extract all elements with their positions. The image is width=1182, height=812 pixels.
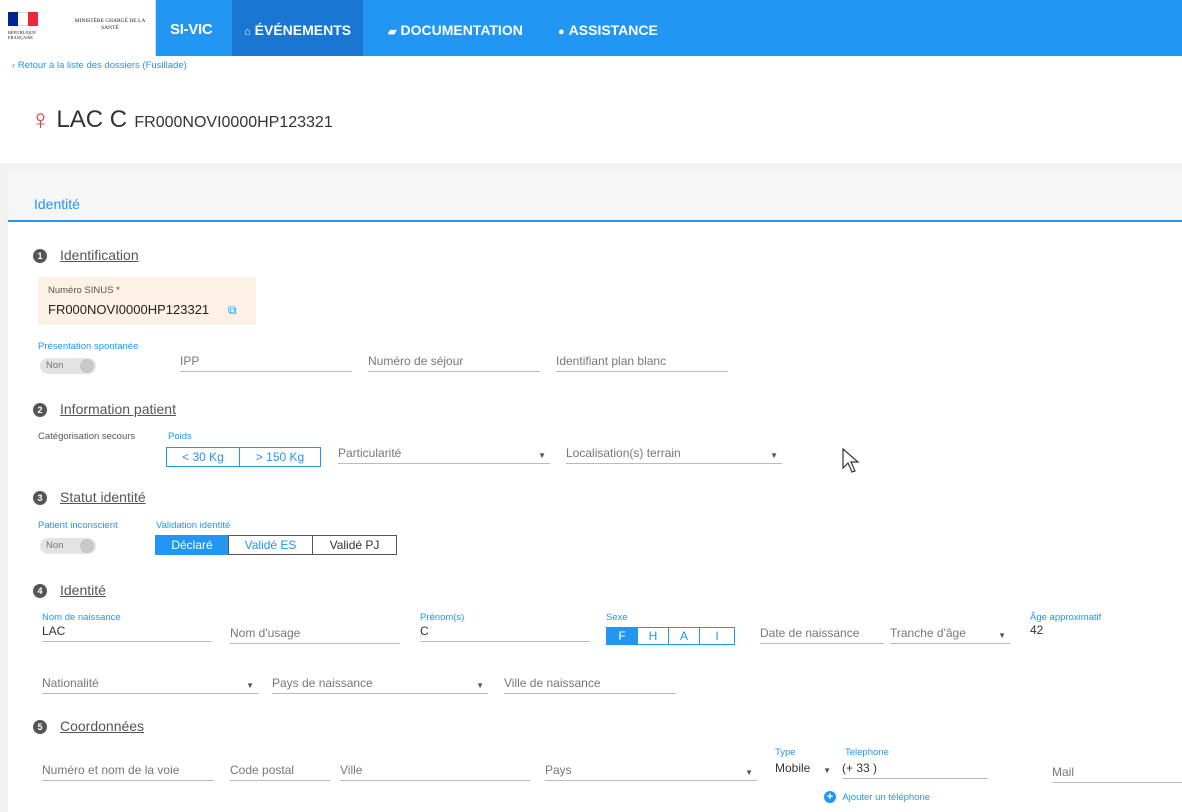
section-patient-info-title: Information patient <box>60 401 176 417</box>
dropdown-arrow-icon: ▼ <box>998 631 1006 640</box>
telephone-input[interactable]: (+ 33 ) <box>842 759 988 779</box>
top-navbar: RÉPUBLIQUE FRANÇAISE MINISTÈRE CHARGÉ DE… <box>0 0 1182 56</box>
panel-title: Identité <box>34 196 80 212</box>
ipp-input[interactable]: IPP <box>180 352 352 372</box>
french-flag-icon <box>8 12 38 26</box>
nom-usage-input[interactable]: Nom d'usage <box>230 624 400 644</box>
nav-documentation[interactable]: ▰ DOCUMENTATION <box>376 0 535 56</box>
dropdown-arrow-icon: ▼ <box>476 681 484 690</box>
age-label: Âge approximatif <box>1030 612 1102 623</box>
home-icon: ⌂ <box>244 26 251 38</box>
particularite-select[interactable]: Particularité ▼ <box>338 444 550 464</box>
spontaneous-label: Présentation spontanée <box>38 341 139 352</box>
date-naissance-input[interactable]: Date de naissance <box>760 624 884 644</box>
republic-logo: RÉPUBLIQUE FRANÇAISE <box>8 12 62 46</box>
dropdown-arrow-icon: ▼ <box>538 451 546 460</box>
type-select[interactable]: Mobile ▼ <box>775 759 835 779</box>
female-icon: ♀ <box>30 104 51 135</box>
sinus-value: FR000NOVI0000HP123321 <box>48 302 210 317</box>
republic-label: RÉPUBLIQUE FRANÇAISE <box>8 30 36 40</box>
nav-assistance[interactable]: ● ASSISTANCE <box>546 0 670 56</box>
categorisation-label: Catégorisation secours <box>38 431 136 442</box>
ville-naissance-input[interactable]: Ville de naissance <box>504 674 676 694</box>
section-statut-title: Statut identité <box>60 489 146 505</box>
pays-select[interactable]: Pays ▼ <box>545 761 757 781</box>
prenom-input[interactable]: C <box>420 622 590 642</box>
brand-title[interactable]: SI-VIC <box>170 0 213 56</box>
localisation-select[interactable]: Localisation(s) terrain ▼ <box>566 444 782 464</box>
patient-code: FR000NOVI0000HP123321 <box>134 114 333 131</box>
telephone-label: Telephone <box>845 747 889 758</box>
dropdown-arrow-icon: ▼ <box>823 766 831 775</box>
poids-over-150[interactable]: > 150 Kg <box>239 447 321 467</box>
sexe-label: Sexe <box>606 612 628 623</box>
section-coordonnees-title: Coordonnées <box>60 718 145 734</box>
add-phone-link[interactable]: + Ajouter un téléphone <box>824 789 930 803</box>
back-to-list-link[interactable]: ‹ Retour à la liste des dossiers (Fusill… <box>12 60 187 71</box>
inconscient-toggle[interactable]: Non <box>40 538 96 554</box>
logo-area[interactable]: RÉPUBLIQUE FRANÇAISE MINISTÈRE CHARGÉ DE… <box>0 0 156 56</box>
nav-evenements[interactable]: ⌂ ÉVÉNEMENTS <box>232 0 364 56</box>
section-identite-title: Identité <box>60 582 106 598</box>
nom-naissance-input[interactable]: LAC <box>42 622 212 642</box>
tranche-age-select[interactable]: Tranche d'âge ▼ <box>890 624 1010 644</box>
plus-circle-icon: + <box>824 791 836 803</box>
book-icon: ▰ <box>388 26 397 38</box>
section-4-number: 4 <box>33 584 47 598</box>
age-value[interactable]: 42 <box>1030 623 1043 637</box>
chat-icon: ● <box>558 26 565 38</box>
inconscient-label: Patient inconscient <box>38 520 118 531</box>
section-1-number: 1 <box>33 249 47 263</box>
ministry-label: MINISTÈRE CHARGÉ DE LA SANTÉ <box>74 18 146 31</box>
panel-header: Identité <box>8 170 1182 222</box>
patient-name: LAC C <box>56 106 128 133</box>
pays-naissance-select[interactable]: Pays de naissance ▼ <box>272 674 488 694</box>
sinus-label: Numéro SINUS * <box>48 285 120 296</box>
validation-valide-pj[interactable]: Validé PJ <box>312 535 397 555</box>
sejour-input[interactable]: Numéro de séjour <box>368 352 540 372</box>
section-identification-title: Identification <box>60 247 139 263</box>
ville-input[interactable]: Ville <box>340 761 530 781</box>
validation-valide-es[interactable]: Validé ES <box>228 535 313 555</box>
sexe-f[interactable]: F <box>606 627 638 645</box>
sexe-a[interactable]: A <box>668 627 700 645</box>
validation-label: Validation identité <box>156 520 231 531</box>
code-postal-input[interactable]: Code postal <box>230 761 330 781</box>
section-2-number: 2 <box>33 403 47 417</box>
plan-blanc-input[interactable]: Identifiant plan blanc <box>556 352 728 372</box>
spontaneous-toggle[interactable]: Non <box>40 358 96 374</box>
mail-input[interactable]: Mail <box>1052 763 1182 783</box>
sinus-box: Numéro SINUS * FR000NOVI0000HP123321 ⧉ <box>38 277 256 325</box>
chevron-left-icon: ‹ <box>12 60 16 71</box>
copy-icon[interactable]: ⧉ <box>228 303 237 318</box>
validation-declare[interactable]: Déclaré <box>155 535 229 555</box>
dropdown-arrow-icon: ▼ <box>745 768 753 777</box>
poids-under-30[interactable]: < 30 Kg <box>166 447 240 467</box>
mouse-cursor-icon <box>842 448 860 473</box>
type-label: Type <box>775 747 796 758</box>
section-3-number: 3 <box>33 491 47 505</box>
page-title: ♀ LAC C FR000NOVI0000HP123321 <box>30 104 333 136</box>
identity-panel: Identité <box>8 170 1182 812</box>
dropdown-arrow-icon: ▼ <box>770 451 778 460</box>
voie-input[interactable]: Numéro et nom de la voie <box>42 761 214 781</box>
sexe-h[interactable]: H <box>637 627 669 645</box>
sexe-i[interactable]: I <box>699 627 735 645</box>
nationalite-select[interactable]: Nationalité ▼ <box>42 674 258 694</box>
dropdown-arrow-icon: ▼ <box>246 681 254 690</box>
poids-label: Poids <box>168 431 192 442</box>
section-5-number: 5 <box>33 720 47 734</box>
